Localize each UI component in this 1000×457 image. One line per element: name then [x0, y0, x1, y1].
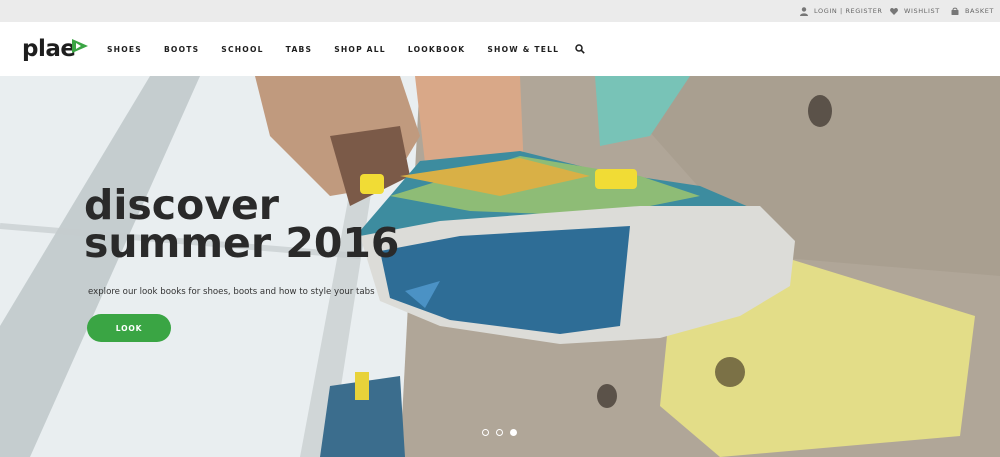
wishlist-link[interactable]: WISHLIST	[890, 0, 940, 22]
plae-logo[interactable]: plae	[22, 36, 88, 64]
main-nav: SHOES BOOTS SCHOOL TABS SHOP ALL LOOKBOO…	[96, 22, 585, 76]
carousel-dot-2[interactable]	[496, 429, 503, 436]
wishlist-label: WISHLIST	[904, 7, 940, 15]
basket-icon	[951, 7, 959, 15]
login-register-label: LOGIN | REGISTER	[814, 7, 883, 15]
nav-school[interactable]: SCHOOL	[210, 45, 274, 54]
hero-title-line2: summer 2016	[84, 219, 400, 267]
basket-link[interactable]: BASKET	[951, 0, 994, 22]
nav-boots[interactable]: BOOTS	[153, 45, 210, 54]
logo-mark-icon	[72, 38, 88, 58]
logo-text: plae	[22, 36, 76, 62]
login-register-link[interactable]: LOGIN | REGISTER	[800, 0, 883, 22]
carousel-dot-1[interactable]	[482, 429, 489, 436]
site-header: plae SHOES BOOTS SCHOOL TABS SHOP ALL LO…	[0, 22, 1000, 76]
nav-show-and-tell[interactable]: SHOW & TELL	[476, 45, 570, 54]
carousel-dot-3[interactable]	[510, 429, 517, 436]
hero-subtitle: explore our look books for shoes, boots …	[88, 287, 375, 297]
search-icon[interactable]	[575, 44, 585, 54]
nav-tabs[interactable]: TABS	[275, 45, 324, 54]
carousel-pagination	[482, 429, 517, 436]
look-button[interactable]: LOOK	[87, 314, 171, 342]
nav-shop-all[interactable]: SHOP ALL	[323, 45, 397, 54]
user-icon	[800, 6, 808, 16]
hero-banner: discover summer 2016 explore our look bo…	[0, 76, 1000, 457]
basket-label: BASKET	[965, 7, 994, 15]
heart-icon	[890, 7, 898, 15]
nav-shoes[interactable]: SHOES	[96, 45, 153, 54]
nav-lookbook[interactable]: LOOKBOOK	[397, 45, 477, 54]
utility-bar: LOGIN | REGISTER WISHLIST BASKET	[0, 0, 1000, 22]
hero-title: discover summer 2016	[84, 185, 400, 267]
